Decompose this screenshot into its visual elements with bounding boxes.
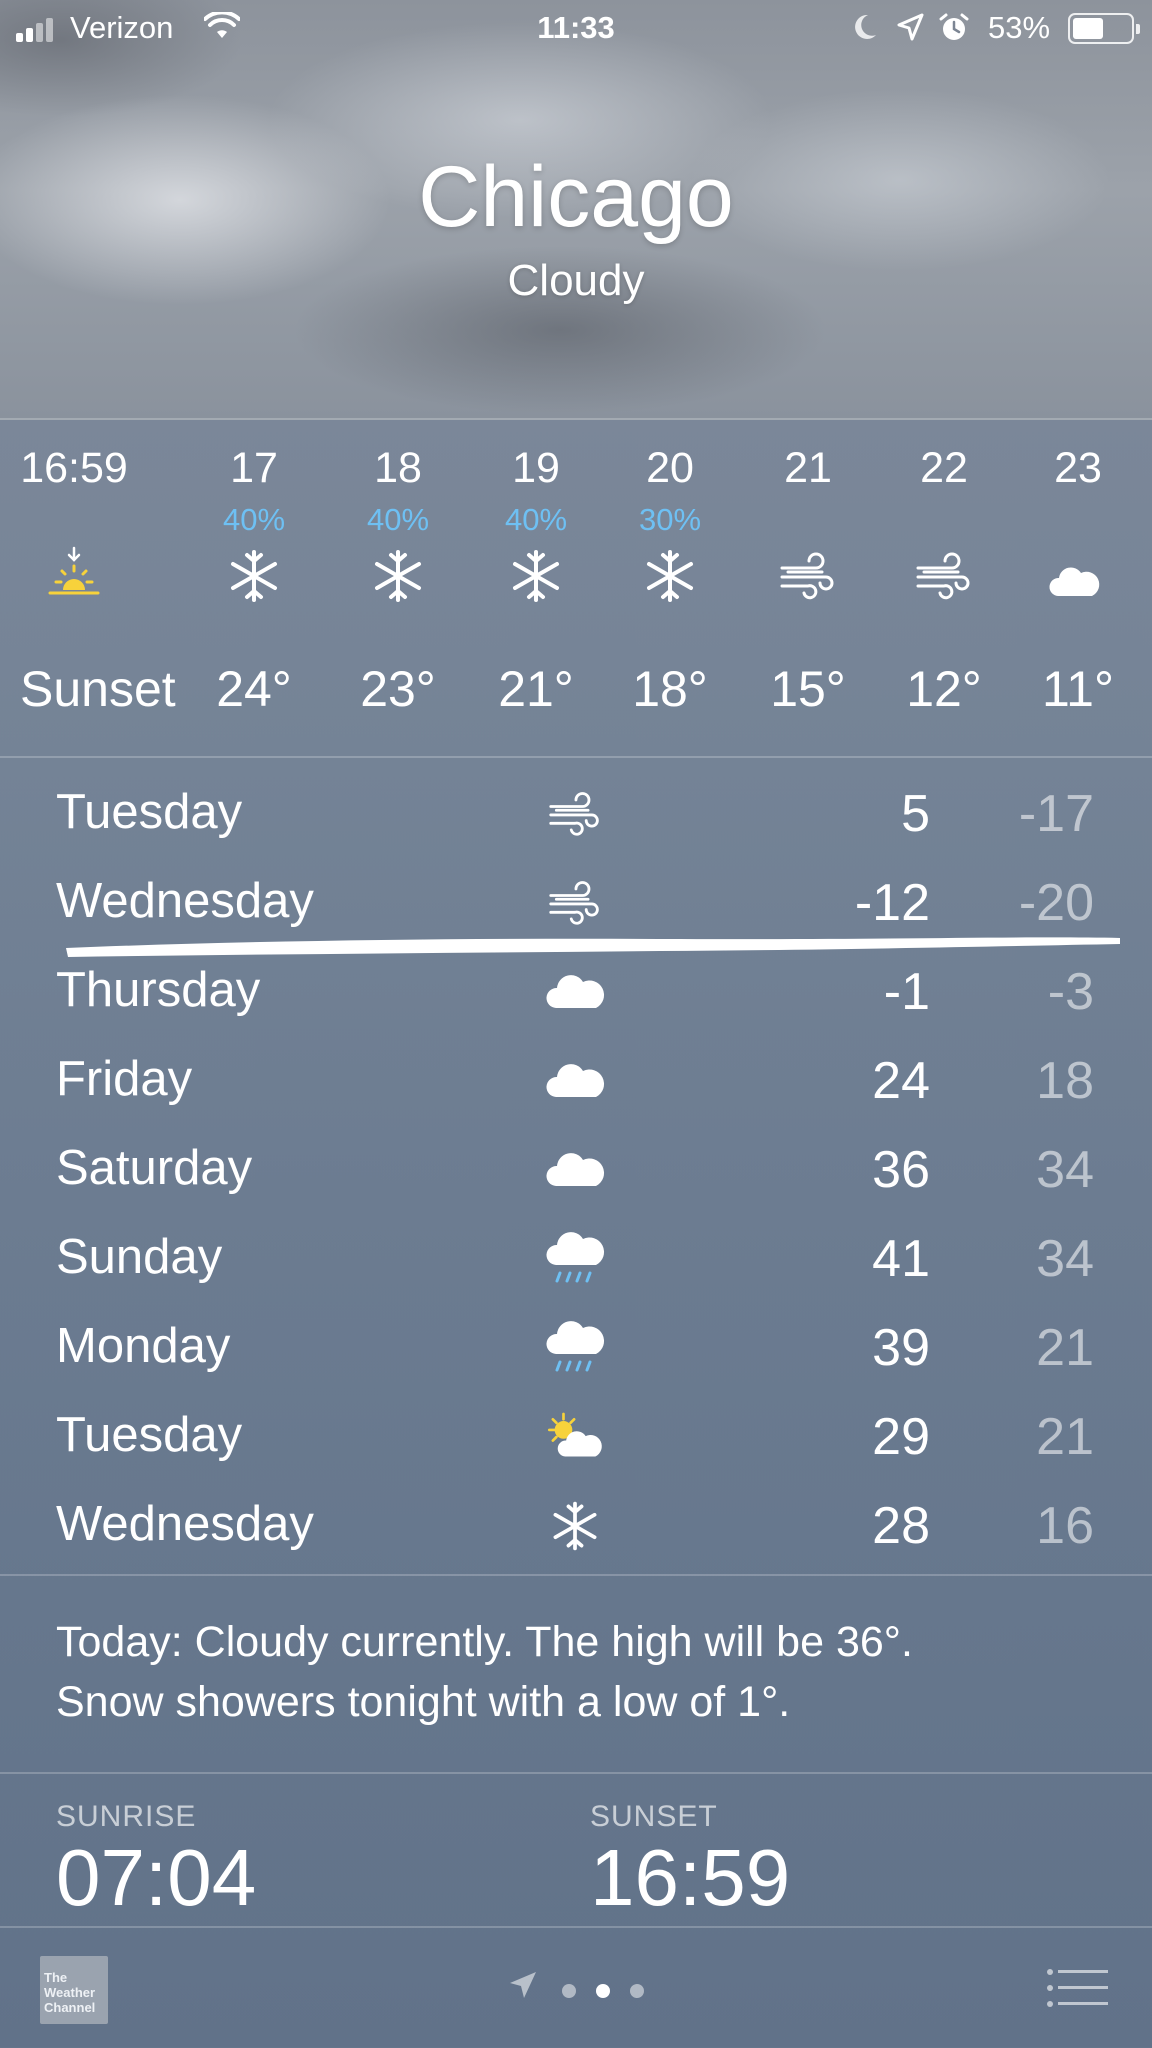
divider — [0, 418, 1152, 420]
sunrise-value: 07:04 — [56, 1833, 257, 1922]
high-temp: 29 — [872, 1408, 930, 1466]
alarm-icon — [939, 13, 969, 40]
sunrise-label: SUNRISE — [56, 1800, 197, 1833]
hourly-time: 23 — [1054, 444, 1102, 492]
hourly-time: 16:59 — [20, 444, 128, 492]
daily-row: Sunday 41 34 — [0, 1213, 1152, 1301]
summary-line: Today: Cloudy currently. The high will b… — [56, 1618, 913, 1666]
high-temp: 39 — [872, 1319, 930, 1377]
low-temp: 34 — [1036, 1230, 1094, 1288]
rain-icon — [544, 1231, 606, 1287]
high-temp: -1 — [883, 963, 930, 1021]
wind-icon — [914, 546, 974, 606]
high-temp: -12 — [854, 874, 930, 932]
day-name: Tuesday — [56, 1408, 243, 1462]
daily-row: Monday 39 21 — [0, 1302, 1152, 1390]
daily-row: Saturday 36 34 — [0, 1124, 1152, 1212]
wind-icon — [544, 786, 606, 842]
day-name: Sunday — [56, 1230, 223, 1284]
low-temp: -3 — [1047, 963, 1094, 1021]
high-temp: 41 — [872, 1230, 930, 1288]
snow-icon — [368, 546, 428, 606]
day-name: Wednesday — [56, 874, 314, 928]
low-temp: -17 — [1018, 785, 1094, 843]
hourly-temp: 24° — [216, 661, 292, 717]
page-dot[interactable] — [596, 1984, 610, 1998]
precip-chance: 30% — [638, 502, 702, 537]
low-temp: 21 — [1036, 1408, 1094, 1466]
low-temp: -20 — [1018, 874, 1094, 932]
day-name: Monday — [56, 1319, 231, 1373]
precip-chance: 40% — [366, 502, 430, 537]
high-temp: 36 — [872, 1141, 930, 1199]
hourly-time: 20 — [646, 444, 694, 492]
wind-icon — [778, 546, 838, 606]
footer-toolbar: The Weather Channel — [0, 1928, 1152, 2048]
moon-icon — [855, 14, 876, 39]
low-temp: 34 — [1036, 1141, 1094, 1199]
city-name: Chicago — [418, 149, 734, 245]
sunset-label: SUNSET — [590, 1800, 718, 1833]
hourly-temp: 11° — [1042, 661, 1114, 717]
battery-percent: 53% — [988, 10, 1051, 45]
sunset-value: 16:59 — [590, 1833, 791, 1922]
partly-cloudy-night-icon — [1048, 546, 1108, 606]
rain-icon — [544, 1320, 606, 1376]
daily-row: Wednesday 28 16 — [0, 1480, 1152, 1568]
precip-chance: 40% — [222, 502, 286, 537]
day-name: Friday — [56, 1052, 193, 1106]
snow-icon — [224, 546, 284, 606]
divider — [0, 756, 1152, 758]
summary-line: Snow showers tonight with a low of 1°. — [56, 1678, 791, 1726]
snow-icon — [544, 1498, 606, 1554]
sunset-icon — [44, 546, 104, 606]
current-location-page-icon[interactable] — [508, 1970, 538, 2000]
status-time: 11:33 — [537, 10, 615, 45]
high-temp: 24 — [872, 1052, 930, 1110]
wind-icon — [544, 875, 606, 931]
day-name: Wednesday — [56, 1497, 314, 1551]
today-summary: Today: Cloudy currently. The high will b… — [56, 1612, 1116, 1732]
low-temp: 21 — [1036, 1319, 1094, 1377]
day-name: Thursday — [56, 963, 261, 1017]
partly-sunny-icon — [544, 1409, 606, 1465]
snow-icon — [506, 546, 566, 606]
high-temp: 28 — [872, 1497, 930, 1555]
snow-icon — [640, 546, 700, 606]
weather-channel-logo[interactable]: The Weather Channel — [40, 1956, 108, 2024]
daily-row: Tuesday 29 21 — [0, 1391, 1152, 1479]
current-condition: Cloudy — [507, 256, 645, 305]
hand-drawn-strike-line — [66, 937, 1120, 957]
day-name: Tuesday — [56, 785, 243, 839]
location-arrow-icon — [897, 13, 924, 41]
page-dot[interactable] — [630, 1984, 644, 1998]
cloud-icon — [544, 1053, 606, 1109]
low-temp: 18 — [1036, 1052, 1094, 1110]
cloud-icon — [544, 964, 606, 1020]
hourly-temp: 18° — [632, 661, 708, 717]
city-list-icon[interactable] — [1046, 1968, 1110, 2008]
hourly-time: 18 — [374, 444, 422, 492]
high-temp: 5 — [901, 785, 930, 843]
hourly-time: 17 — [230, 444, 278, 492]
battery-icon — [1068, 13, 1140, 44]
hourly-temp: 23° — [360, 661, 436, 717]
daily-row: Friday 24 18 — [0, 1035, 1152, 1123]
cloud-icon — [544, 1142, 606, 1198]
status-bar: Verizon 11:33 53% — [0, 0, 1152, 56]
divider — [0, 1772, 1152, 1774]
daily-row: Tuesday 5 -17 — [0, 768, 1152, 856]
page-dot[interactable] — [562, 1984, 576, 1998]
low-temp: 16 — [1036, 1497, 1094, 1555]
divider — [0, 1574, 1152, 1576]
day-name: Saturday — [56, 1141, 253, 1195]
